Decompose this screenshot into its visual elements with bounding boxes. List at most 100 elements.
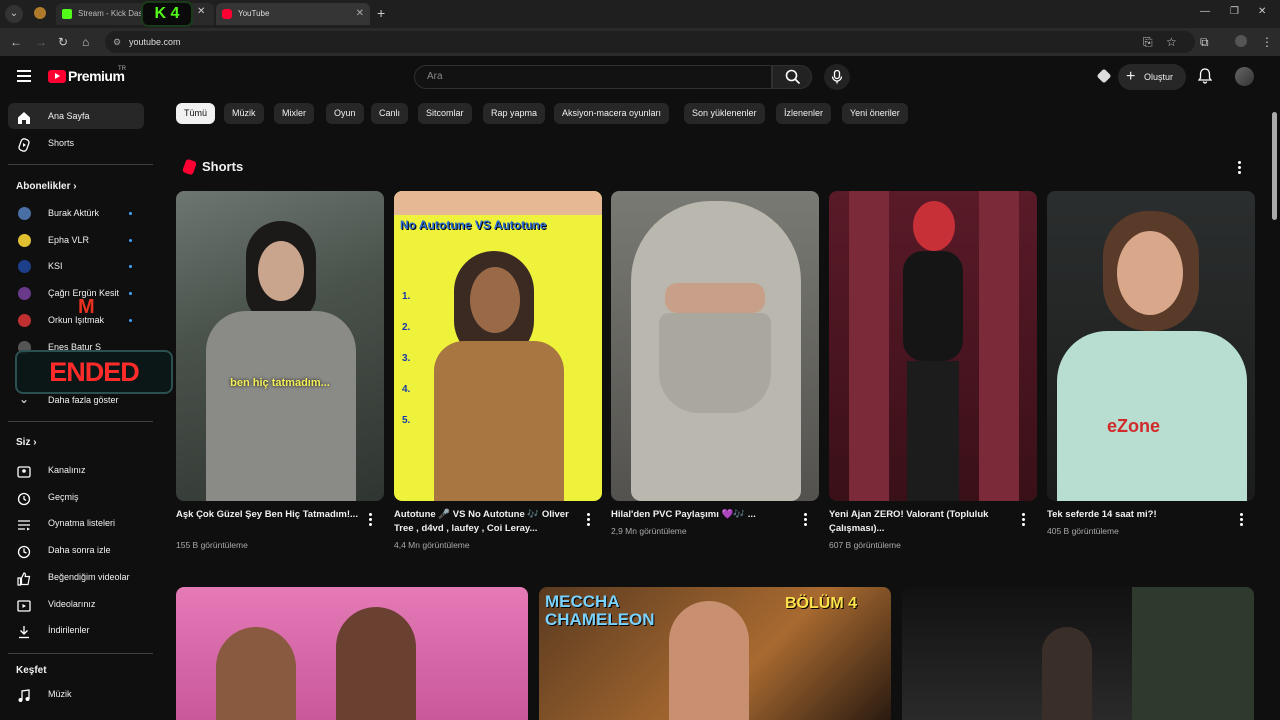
sidebar-item-label: Kanalınız — [48, 465, 86, 475]
channel-avatar — [18, 260, 31, 273]
filter-chip[interactable]: Mixler — [274, 103, 314, 124]
video-thumbnail[interactable] — [902, 587, 1254, 720]
thumb-person — [216, 627, 296, 720]
short-thumbnail[interactable]: ben hiç tatmadım... — [176, 191, 384, 501]
tab-youtube[interactable]: YouTube ✕ — [216, 3, 370, 25]
filter-chip[interactable]: Aksiyon-macera oyunları — [554, 103, 670, 124]
notifications-bell-icon[interactable] — [1198, 68, 1212, 84]
shorts-heading: Shorts — [202, 159, 244, 174]
sidebar-item-shorts[interactable]: Shorts — [8, 130, 144, 156]
plus-icon: + — [1126, 68, 1136, 85]
create-button[interactable]: + Oluştur — [1118, 64, 1186, 90]
sidebar-item-channel[interactable]: Kanalınız — [8, 457, 144, 483]
filter-chip[interactable]: Canlı — [371, 103, 409, 124]
close-icon[interactable]: ✕ — [197, 6, 205, 17]
sidebar-item-like[interactable]: Beğendiğim videolar — [8, 564, 144, 590]
short-title[interactable]: Yeni Ajan ZERO! Valorant (Topluluk Çalış… — [829, 508, 1013, 536]
more-options-icon[interactable] — [1238, 161, 1242, 175]
sidebar-item-playlist[interactable]: Oynatma listeleri — [8, 510, 144, 536]
home-icon[interactable]: ⌂ — [82, 35, 89, 49]
browser-menu-icon[interactable]: ⋮ — [1261, 35, 1273, 49]
short-title[interactable]: Aşk Çok Güzel Şey Ben Hiç Tatmadım!... — [176, 508, 360, 522]
divider — [8, 164, 153, 165]
video-thumbnail[interactable] — [176, 587, 528, 720]
browser-profile-icon[interactable] — [1235, 35, 1247, 47]
short-views: 2,9 Mn görüntüleme — [611, 526, 687, 536]
video-thumbnail[interactable]: MECCHA CHAMELEON BÖLÜM 4 — [539, 587, 891, 720]
short-card[interactable]: Hilal'den PVC Paylaşımı 💜🎶 ... 2,9 Mn gö… — [611, 191, 819, 536]
filter-chip[interactable]: Sitcomlar — [418, 103, 472, 124]
short-title[interactable]: Hilal'den PVC Paylaşımı 💜🎶 ... — [611, 508, 795, 522]
short-thumbnail[interactable]: No Autotune VS Autotune 1. 2. 3. 4. 5. — [394, 191, 602, 501]
sidebar-item-music[interactable]: Müzik — [8, 681, 144, 707]
hamburger-menu-icon[interactable] — [17, 70, 31, 82]
short-thumbnail[interactable] — [611, 191, 819, 501]
channel-avatar — [18, 207, 31, 220]
filter-chip[interactable]: Yeni öneriler — [842, 103, 908, 124]
sidebar-item-history[interactable]: Geçmiş — [8, 484, 144, 510]
address-bar: ← → ↻ ⌂ ⚙ youtube.com ⎘ ☆ ⧉ ⋮ — [0, 28, 1280, 56]
short-card[interactable]: No Autotune VS Autotune 1. 2. 3. 4. 5. Autot… — [394, 191, 602, 550]
close-icon[interactable]: ✕ — [356, 3, 364, 25]
sidebar-item-subscription[interactable]: Çağrı Ergün Kesit — [8, 280, 144, 306]
sidebar-item-home[interactable]: Ana Sayfa — [8, 103, 144, 129]
search-input[interactable]: Ara — [414, 65, 772, 89]
sidebar-item-your-videos[interactable]: Videolarınız — [8, 591, 144, 617]
restore-icon[interactable]: ❐ — [1230, 6, 1239, 17]
music-icon — [17, 687, 31, 702]
account-avatar[interactable] — [1235, 67, 1254, 86]
extensions-icon[interactable]: ⧉ — [1200, 35, 1209, 49]
filter-chip[interactable]: Tümü — [176, 103, 216, 124]
install-icon[interactable]: ⎘ — [1143, 35, 1153, 49]
short-card[interactable]: Yeni Ajan ZERO! Valorant (Topluluk Çalış… — [829, 191, 1037, 550]
more-options-icon[interactable] — [369, 513, 373, 527]
new-content-dot — [129, 239, 132, 242]
more-options-icon[interactable] — [1022, 513, 1026, 527]
reload-icon[interactable]: ↻ — [58, 35, 68, 49]
url-field[interactable]: ⚙ youtube.com — [105, 31, 1195, 53]
download-icon — [17, 623, 31, 639]
filter-chip[interactable]: Rap yapma — [483, 103, 546, 124]
short-card[interactable]: ben hiç tatmadım... Aşk Çok Güzel Şey Be… — [176, 191, 384, 550]
bookmark-star-icon[interactable]: ☆ — [1166, 35, 1177, 49]
more-options-icon[interactable] — [587, 513, 591, 527]
forward-icon[interactable]: → — [35, 35, 47, 49]
like-icon — [17, 570, 31, 586]
profile-icon[interactable] — [34, 7, 46, 19]
short-title[interactable]: Tek seferde 14 saat mi?! — [1047, 508, 1231, 522]
new-content-dot — [129, 212, 132, 215]
more-options-icon[interactable] — [804, 513, 808, 527]
sidebar-item-label: KSI — [48, 261, 63, 271]
page-scrollbar[interactable] — [1272, 112, 1277, 220]
short-card[interactable]: eZone Tek seferde 14 saat mi?! 405 B gör… — [1047, 191, 1255, 536]
you-heading[interactable]: Siz › — [16, 437, 37, 448]
short-title[interactable]: Autotune 🎤 VS No Autotune 🎶 Oliver Tree … — [394, 508, 578, 536]
sidebar-item-watch-later[interactable]: Daha sonra izle — [8, 537, 144, 563]
sidebar-item-subscription[interactable]: Epha VLR — [8, 227, 144, 253]
search-button[interactable] — [772, 65, 812, 89]
filter-chip[interactable]: Müzik — [224, 103, 264, 124]
sidebar-item-download[interactable]: İndirilenler — [8, 617, 144, 643]
tab-search-icon[interactable]: ⌄ — [5, 5, 23, 23]
filter-chip[interactable]: Son yüklenenler — [684, 103, 765, 124]
filter-chip[interactable]: Oyun — [326, 103, 364, 124]
thumb-pattern — [979, 191, 1019, 501]
back-icon[interactable]: ← — [10, 35, 22, 49]
filter-chip[interactable]: İzlenenler — [776, 103, 832, 124]
more-options-icon[interactable] — [1240, 513, 1244, 527]
window-close-icon[interactable]: ✕ — [1258, 6, 1266, 17]
site-info-icon[interactable]: ⚙ — [113, 31, 121, 53]
sidebar-item-subscription[interactable]: Burak Aktürk — [8, 200, 144, 226]
new-tab-icon[interactable]: + — [377, 5, 385, 21]
sidebar-item-subscription[interactable]: Orkun Işıtmak — [8, 307, 144, 333]
logo-text: Premium — [68, 68, 125, 84]
voice-search-button[interactable] — [824, 64, 850, 90]
thumb-caption: eZone — [1107, 416, 1161, 436]
minimize-icon[interactable]: — — [1200, 6, 1210, 17]
subscriptions-heading[interactable]: Abonelikler › — [16, 181, 77, 192]
short-thumbnail[interactable]: eZone — [1047, 191, 1255, 501]
cast-icon[interactable] — [1096, 68, 1112, 84]
sidebar-item-subscription[interactable]: KSI — [8, 253, 144, 279]
sidebar-item-label: Videolarınız — [48, 598, 96, 609]
short-thumbnail[interactable] — [829, 191, 1037, 501]
